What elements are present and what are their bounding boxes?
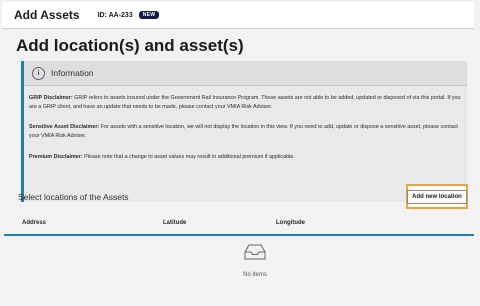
- premium-disclaimer: Premium Disclaimer: Please note that a c…: [29, 153, 461, 162]
- grip-disclaimer-label: GRIP Disclaimer:: [29, 95, 73, 101]
- status-badge: NEW: [138, 11, 160, 19]
- column-latitude[interactable]: Latitude: [163, 220, 186, 226]
- information-panel: i Information GRIP Disclaimer: GRIP refe…: [21, 61, 467, 202]
- add-new-location-label: Add new location: [407, 189, 467, 204]
- info-icon: i: [32, 66, 45, 80]
- premium-disclaimer-label: Premium Disclaimer:: [29, 154, 83, 160]
- information-header: i Information: [24, 61, 467, 86]
- sensitive-disclaimer-label: Sensitive Asset Disclaimer:: [29, 124, 100, 130]
- sensitive-asset-disclaimer: Sensitive Asset Disclaimer: For assets w…: [29, 123, 461, 140]
- empty-state-text: No items: [243, 272, 267, 278]
- locations-table-header: Address Latitude Longitude: [4, 212, 474, 236]
- asset-id: ID: AA-233: [97, 11, 133, 19]
- header-bar: Add Assets ID: AA-233 NEW: [2, 2, 474, 29]
- column-address[interactable]: Address: [22, 220, 46, 226]
- grip-disclaimer-text: GRIP refers to assets insured under the …: [29, 95, 461, 110]
- grip-disclaimer: GRIP Disclaimer: GRIP refers to assets i…: [29, 94, 461, 111]
- inbox-tray-icon: [244, 244, 266, 260]
- locations-section-title: Select locations of the Assets: [18, 192, 129, 202]
- page-title: Add location(s) and asset(s): [16, 36, 244, 55]
- add-new-location-button[interactable]: Add new location: [406, 184, 468, 209]
- premium-disclaimer-text: Please note that a change to asset value…: [82, 154, 295, 160]
- information-title: Information: [51, 68, 94, 78]
- column-longitude[interactable]: Longitude: [276, 220, 305, 226]
- main-content: Add location(s) and asset(s) i Informati…: [2, 29, 474, 306]
- header-title: Add Assets: [14, 8, 80, 22]
